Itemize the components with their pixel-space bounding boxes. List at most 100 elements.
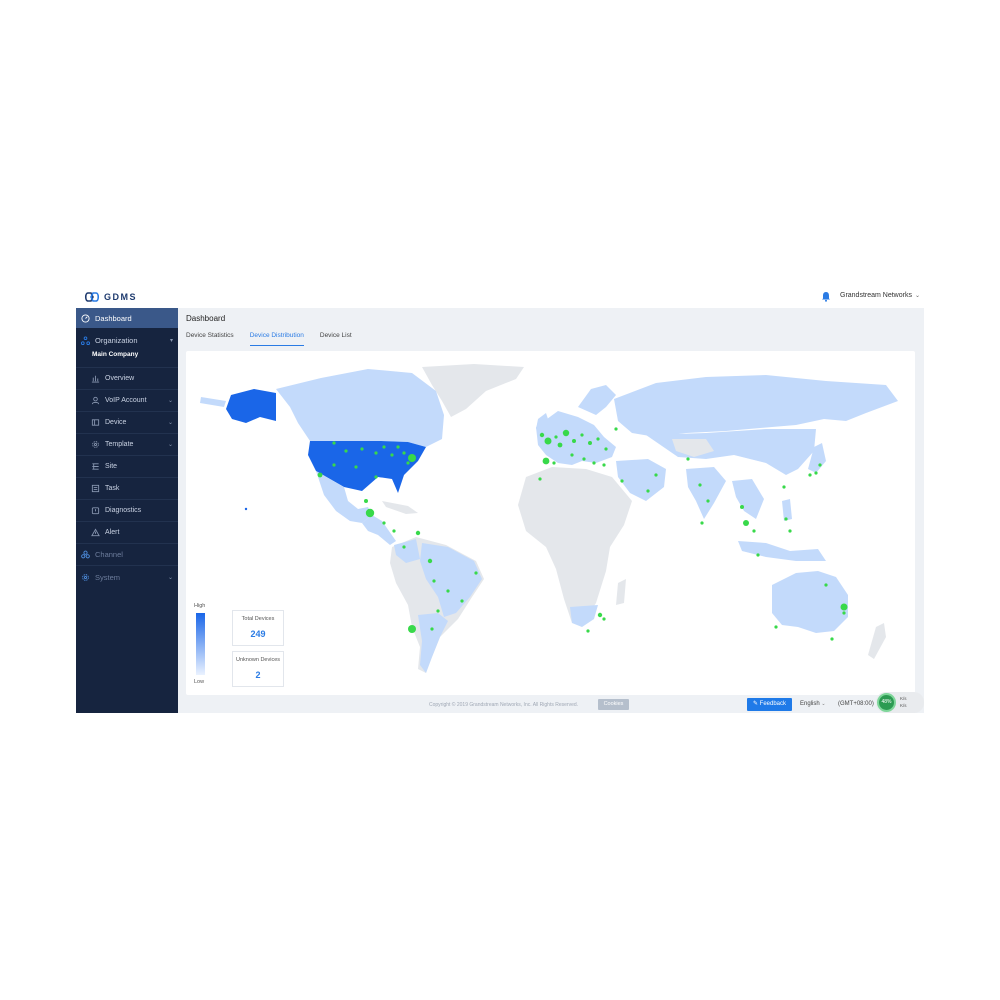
gdms-logo[interactable]: GDMS bbox=[84, 290, 137, 304]
device-marker[interactable] bbox=[374, 475, 378, 479]
device-marker[interactable] bbox=[408, 454, 416, 462]
sidebar-label-diagnostics: Diagnostics bbox=[105, 506, 142, 514]
sidebar-item-dashboard[interactable]: Dashboard bbox=[76, 308, 178, 328]
device-marker[interactable] bbox=[686, 457, 690, 461]
sidebar-item-organization[interactable]: Organization ▾ bbox=[76, 330, 178, 350]
sidebar-item-alert[interactable]: Alert bbox=[76, 522, 178, 542]
device-marker[interactable] bbox=[244, 507, 248, 511]
device-marker[interactable] bbox=[614, 427, 618, 431]
device-marker[interactable] bbox=[808, 473, 812, 477]
device-marker[interactable] bbox=[392, 529, 396, 533]
device-marker[interactable] bbox=[474, 571, 478, 575]
device-marker[interactable] bbox=[706, 499, 710, 503]
sidebar-item-task[interactable]: Task bbox=[76, 478, 178, 498]
device-marker[interactable] bbox=[602, 617, 606, 621]
device-marker[interactable] bbox=[580, 433, 584, 437]
tab-device-statistics[interactable]: Device Statistics bbox=[186, 332, 234, 346]
device-marker[interactable] bbox=[700, 521, 704, 525]
network-speed-widget[interactable]: 48% K/s K/s bbox=[876, 692, 924, 713]
device-marker[interactable] bbox=[756, 553, 760, 557]
tab-device-list[interactable]: Device List bbox=[320, 332, 352, 346]
device-marker[interactable] bbox=[588, 441, 592, 445]
device-marker[interactable] bbox=[354, 465, 358, 469]
company-menu[interactable]: Grandstream Networks ⌄ bbox=[840, 292, 920, 299]
device-marker[interactable] bbox=[740, 505, 744, 509]
device-marker[interactable] bbox=[620, 479, 624, 483]
language-selector[interactable]: English ⌄ bbox=[800, 701, 826, 707]
device-marker[interactable] bbox=[360, 447, 364, 451]
sidebar-item-diagnostics[interactable]: Diagnostics bbox=[76, 500, 178, 520]
sidebar-item-template[interactable]: Template ⌄ bbox=[76, 434, 178, 454]
device-marker[interactable] bbox=[432, 579, 436, 583]
sidebar-item-voip-account[interactable]: VoIP Account ⌄ bbox=[76, 390, 178, 410]
task-icon bbox=[91, 484, 100, 492]
device-marker[interactable] bbox=[317, 472, 323, 478]
device-marker[interactable] bbox=[382, 445, 386, 449]
device-marker[interactable] bbox=[784, 517, 788, 521]
device-marker[interactable] bbox=[460, 599, 464, 603]
device-marker[interactable] bbox=[436, 609, 440, 613]
feedback-button[interactable]: ✎ Feedback bbox=[747, 698, 792, 711]
device-marker[interactable] bbox=[830, 637, 834, 641]
device-marker[interactable] bbox=[542, 457, 550, 465]
device-marker[interactable] bbox=[788, 529, 792, 533]
tab-device-distribution[interactable]: Device Distribution bbox=[249, 332, 304, 346]
device-marker[interactable] bbox=[402, 451, 406, 455]
device-marker[interactable] bbox=[344, 449, 348, 453]
device-marker[interactable] bbox=[586, 629, 590, 633]
device-marker[interactable] bbox=[539, 432, 545, 438]
device-marker[interactable] bbox=[427, 558, 433, 564]
device-marker[interactable] bbox=[654, 473, 658, 477]
device-marker[interactable] bbox=[840, 603, 848, 611]
sidebar-item-system[interactable]: System ⌄ bbox=[76, 567, 178, 587]
device-marker[interactable] bbox=[396, 445, 400, 449]
device-marker[interactable] bbox=[572, 439, 576, 443]
device-marker[interactable] bbox=[552, 461, 556, 465]
device-marker[interactable] bbox=[818, 463, 822, 467]
device-marker[interactable] bbox=[390, 453, 394, 457]
device-marker[interactable] bbox=[582, 457, 586, 461]
world-map[interactable] bbox=[186, 351, 915, 695]
device-marker[interactable] bbox=[562, 429, 570, 437]
device-marker[interactable] bbox=[597, 612, 603, 618]
device-marker[interactable] bbox=[406, 461, 410, 465]
device-marker[interactable] bbox=[646, 489, 650, 493]
device-marker[interactable] bbox=[698, 483, 702, 487]
device-marker[interactable] bbox=[446, 589, 450, 593]
device-marker[interactable] bbox=[602, 463, 606, 467]
device-marker[interactable] bbox=[374, 451, 378, 455]
sidebar-item-device[interactable]: Device ⌄ bbox=[76, 412, 178, 432]
device-marker[interactable] bbox=[402, 545, 406, 549]
notification-bell-icon[interactable] bbox=[821, 291, 831, 302]
device-marker[interactable] bbox=[554, 435, 558, 439]
device-marker[interactable] bbox=[596, 437, 600, 441]
device-marker[interactable] bbox=[570, 453, 574, 457]
main-company-label[interactable]: Main Company bbox=[92, 351, 138, 358]
alert-icon bbox=[91, 527, 100, 536]
device-marker[interactable] bbox=[842, 611, 846, 615]
device-marker[interactable] bbox=[743, 520, 749, 526]
device-marker[interactable] bbox=[364, 499, 368, 503]
device-marker[interactable] bbox=[415, 530, 421, 536]
device-marker[interactable] bbox=[538, 477, 542, 481]
device-marker[interactable] bbox=[592, 461, 596, 465]
device-marker[interactable] bbox=[408, 625, 416, 633]
device-marker[interactable] bbox=[382, 521, 386, 525]
device-marker[interactable] bbox=[544, 437, 552, 445]
sidebar-item-site[interactable]: Site bbox=[76, 456, 178, 476]
device-marker[interactable] bbox=[332, 463, 336, 467]
device-marker[interactable] bbox=[365, 508, 375, 518]
device-marker[interactable] bbox=[752, 529, 756, 533]
sidebar-item-overview[interactable]: Overview bbox=[76, 368, 178, 388]
cookies-button[interactable]: Cookies bbox=[598, 699, 629, 710]
device-marker[interactable] bbox=[430, 627, 434, 631]
device-marker[interactable] bbox=[557, 442, 563, 448]
sidebar-item-channel[interactable]: Channel bbox=[76, 544, 178, 564]
device-marker[interactable] bbox=[814, 471, 818, 475]
upload-speed: K/s bbox=[900, 696, 907, 701]
device-marker[interactable] bbox=[824, 583, 828, 587]
device-marker[interactable] bbox=[604, 447, 608, 451]
device-marker[interactable] bbox=[782, 485, 786, 489]
device-marker[interactable] bbox=[332, 441, 336, 445]
device-marker[interactable] bbox=[774, 625, 778, 629]
